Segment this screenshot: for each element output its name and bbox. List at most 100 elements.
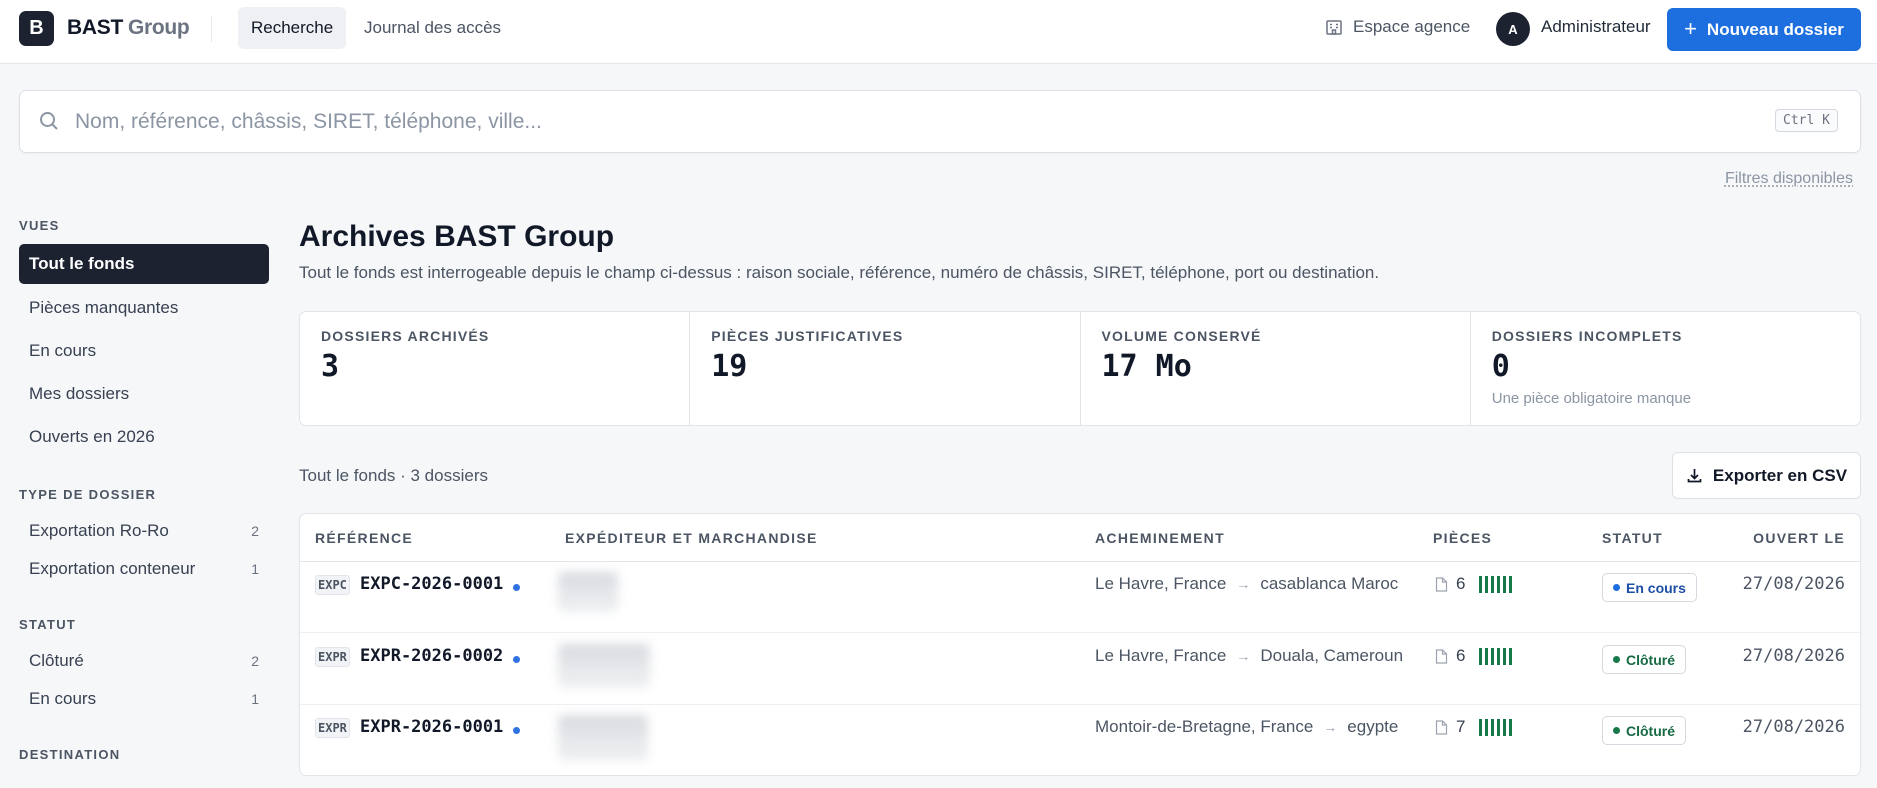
export-csv-button[interactable]: Exporter en CSV	[1672, 452, 1861, 499]
table-row[interactable]: EXPR EXPR-2026-0001 Montoir-de-Bretagne,…	[300, 705, 1860, 775]
table-row[interactable]: EXPC EXPC-2026-0001 Le Havre, France → c…	[300, 562, 1860, 633]
route-origin: Le Havre, France	[1095, 646, 1227, 665]
search-input[interactable]	[75, 103, 1775, 141]
arrow-right-icon: →	[1236, 576, 1251, 592]
status-dot	[1613, 584, 1620, 591]
sidebar-heading-vues: VUES	[19, 218, 60, 233]
sidebar-item-tout-le-fonds[interactable]: Tout le fonds	[19, 244, 269, 284]
sidebar-item-count: 1	[251, 561, 259, 577]
arrow-right-icon: →	[1236, 648, 1251, 664]
column-header-acheminement[interactable]: ACHEMINEMENT	[1095, 530, 1225, 546]
dossier-type-tag: EXPR	[315, 718, 350, 738]
redacted-expediteur	[558, 644, 650, 688]
stat-note: Une pièce obligatoire manque	[1491, 390, 1692, 407]
sidebar-heading-destination: DESTINATION	[19, 747, 121, 762]
sidebar-item-count: 2	[251, 653, 259, 669]
divider	[211, 16, 212, 42]
pieces-count: 6	[1435, 646, 1513, 666]
dossier-reference[interactable]: EXPR-2026-0001	[360, 717, 503, 737]
search-icon	[40, 112, 58, 130]
sidebar-heading-type: TYPE DE DOSSIER	[19, 487, 157, 502]
opened-date: 27/08/2026	[1742, 646, 1845, 666]
dossier-reference[interactable]: EXPR-2026-0002	[360, 646, 503, 666]
sidebar-item-mes-dossiers[interactable]: Mes dossiers	[19, 374, 269, 414]
pieces-progress-bars	[1479, 575, 1513, 593]
column-header-expediteur[interactable]: EXPÉDITEUR ET MARCHANDISE	[565, 530, 818, 546]
user-name[interactable]: Administrateur	[1541, 17, 1651, 37]
page-subtitle: Tout le fonds est interrogeable depuis l…	[299, 263, 1380, 282]
download-icon	[1687, 469, 1702, 483]
pieces-count: 6	[1435, 574, 1513, 594]
pieces-value: 7	[1456, 717, 1466, 736]
tab-recherche[interactable]: Recherche	[238, 7, 347, 49]
sidebar-item-label: Clôturé	[29, 651, 84, 670]
status-badge: Clôturé	[1602, 645, 1686, 674]
column-header-reference[interactable]: RÉFÉRENCE	[315, 530, 413, 546]
column-header-ouvert-le[interactable]: OUVERT LE	[1753, 530, 1845, 546]
redacted-expediteur	[558, 572, 618, 612]
stat-dossiers-archives: DOSSIERS ARCHIVÉS 3	[300, 312, 691, 425]
top-bar: B BAST Group Recherche Journal des accès …	[0, 0, 1877, 64]
sidebar-item-en-cours[interactable]: En cours	[19, 331, 269, 371]
sidebar-item-ro-ro[interactable]: Exportation Ro-Ro 2	[19, 511, 269, 551]
sidebar-item-label: Exportation Ro-Ro	[29, 521, 169, 540]
brand-name-main: BAST	[67, 16, 123, 39]
sidebar-item-label: Exportation conteneur	[29, 559, 196, 578]
document-icon	[1435, 719, 1448, 735]
status-label: En cours	[1626, 579, 1686, 596]
sidebar-heading-statut: STATUT	[19, 617, 77, 632]
opened-date: 27/08/2026	[1742, 574, 1845, 594]
stat-pieces-justificatives: PIÈCES JUSTIFICATIVES 19	[690, 312, 1081, 425]
export-csv-label: Exporter en CSV	[1712, 465, 1848, 485]
document-icon	[1435, 576, 1448, 592]
route-destination: Douala, Cameroun	[1260, 646, 1404, 665]
stat-label: DOSSIERS INCOMPLETS	[1491, 328, 1683, 344]
stat-value: 17 Mo	[1101, 349, 1192, 384]
table-row[interactable]: EXPR EXPR-2026-0002 Le Havre, France → D…	[300, 634, 1860, 705]
avatar[interactable]: A	[1496, 12, 1530, 46]
unread-indicator	[513, 727, 520, 734]
pieces-value: 6	[1456, 574, 1466, 593]
status-dot	[1613, 656, 1620, 663]
sidebar-item-label: En cours	[29, 689, 97, 708]
sidebar-item-conteneur[interactable]: Exportation conteneur 1	[19, 549, 269, 589]
dossier-reference[interactable]: EXPC-2026-0001	[360, 574, 503, 594]
sidebar-item-statut-en-cours[interactable]: En cours 1	[19, 679, 269, 719]
dossier-type-tag: EXPR	[315, 647, 350, 667]
stats-panel: DOSSIERS ARCHIVÉS 3 PIÈCES JUSTIFICATIVE…	[299, 311, 1861, 426]
espace-agence-link[interactable]: Espace agence	[1325, 17, 1470, 37]
column-header-pieces[interactable]: PIÈCES	[1433, 530, 1492, 546]
pieces-value: 6	[1456, 646, 1466, 665]
logo[interactable]: B	[19, 11, 54, 46]
stat-value: 3	[321, 349, 340, 384]
column-header-statut[interactable]: STATUT	[1602, 530, 1663, 546]
list-caption: Tout le fonds · 3 dossiers	[299, 466, 488, 485]
espace-agence-label: Espace agence	[1353, 17, 1471, 36]
building-icon	[1326, 20, 1342, 35]
status-badge: Clôturé	[1602, 716, 1686, 745]
route-destination: casablanca Maroc	[1260, 574, 1399, 593]
stat-label: DOSSIERS ARCHIVÉS	[321, 328, 490, 344]
tab-journal-des-acces[interactable]: Journal des accès	[351, 7, 514, 49]
route: Le Havre, France → Douala, Cameroun	[1095, 646, 1403, 666]
stat-value: 19	[711, 349, 748, 384]
filters-link[interactable]: Filtres disponibles	[1725, 170, 1853, 188]
stat-volume-conserve: VOLUME CONSERVÉ 17 Mo	[1081, 312, 1471, 425]
dossiers-table: RÉFÉRENCE EXPÉDITEUR ET MARCHANDISE ACHE…	[299, 513, 1861, 776]
search-bar[interactable]: Ctrl K	[19, 90, 1861, 153]
new-dossier-button[interactable]: + Nouveau dossier	[1667, 8, 1861, 51]
route: Montoir-de-Bretagne, France → egypte	[1095, 717, 1398, 737]
route: Le Havre, France → casablanca Maroc	[1095, 574, 1398, 594]
brand-name: BAST Group	[67, 16, 190, 40]
stat-value: 0	[1491, 349, 1510, 384]
sidebar-item-ouverts-2026[interactable]: Ouverts en 2026	[19, 417, 269, 457]
route-destination: egypte	[1347, 717, 1399, 736]
redacted-expediteur	[558, 715, 648, 761]
unread-indicator	[513, 584, 520, 591]
sidebar-item-pieces-manquantes[interactable]: Pièces manquantes	[19, 288, 269, 328]
new-dossier-label: Nouveau dossier	[1706, 19, 1844, 39]
brand-name-suffix: Group	[127, 16, 190, 39]
sidebar-item-count: 1	[251, 691, 259, 707]
sidebar-item-cloture[interactable]: Clôturé 2	[19, 641, 269, 681]
stat-label: PIÈCES JUSTIFICATIVES	[711, 328, 904, 344]
